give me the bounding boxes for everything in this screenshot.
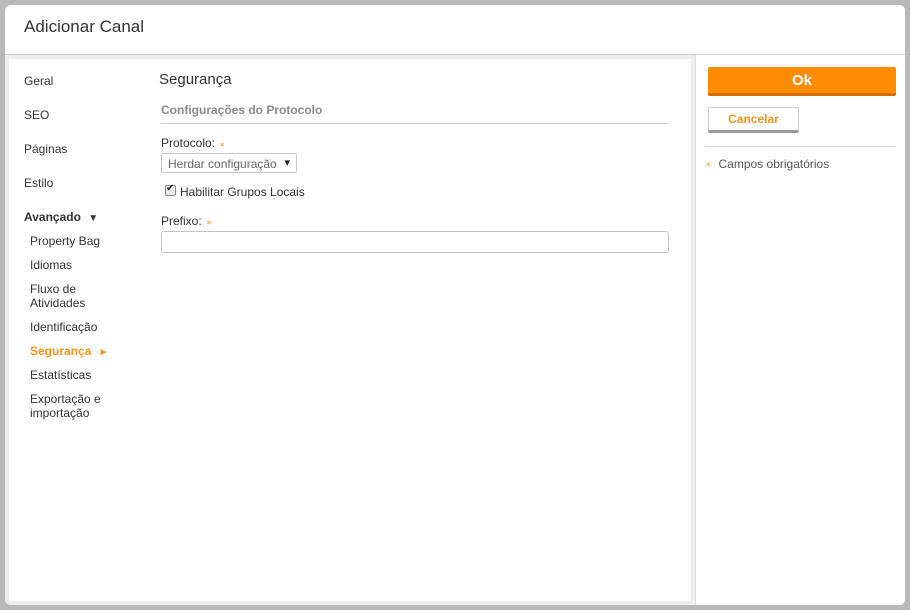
- protocol-select[interactable]: Herdar configuração ▾: [161, 153, 297, 173]
- required-icon: ⁎: [706, 158, 711, 168]
- nav-item-fluxo-atividades[interactable]: Fluxo de Atividades: [30, 282, 110, 310]
- form-panel: Geral SEO Páginas Estilo Avançado ▼ Prop…: [9, 59, 691, 601]
- required-fields-note: ⁎ Campos obrigatórios: [706, 157, 829, 171]
- section-title: Segurança: [159, 71, 232, 88]
- nav-item-seo[interactable]: SEO: [24, 108, 49, 122]
- prefix-label-text: Prefixo:: [161, 214, 202, 228]
- nav-item-label: Segurança: [30, 344, 92, 358]
- required-icon: ⁎: [220, 138, 225, 148]
- dialog-title: Adicionar Canal: [24, 17, 145, 36]
- protocol-label-text: Protocolo:: [161, 136, 216, 150]
- nav-item-geral[interactable]: Geral: [24, 74, 53, 88]
- chevron-down-icon: ▾: [284, 157, 290, 169]
- ok-button[interactable]: Ok: [708, 67, 896, 96]
- nav-item-seguranca[interactable]: Segurança ►: [30, 344, 140, 360]
- required-icon: ⁎: [206, 216, 212, 226]
- nav-item-estatisticas[interactable]: Estatísticas: [30, 368, 140, 382]
- nav-group-label: Avançado: [24, 210, 81, 224]
- enable-local-groups-checkbox[interactable]: [165, 183, 176, 196]
- nav-item-identificacao[interactable]: Identificação: [30, 320, 140, 334]
- nav-item-exportacao[interactable]: Exportação e importação: [30, 392, 110, 420]
- nav-item-property-bag[interactable]: Property Bag: [30, 234, 140, 248]
- arrow-right-icon: ►: [98, 347, 109, 358]
- protocol-label: Protocolo: ⁎: [161, 136, 225, 150]
- nav-item-estilo[interactable]: Estilo: [24, 176, 53, 190]
- nav-group-avancado[interactable]: Avançado ▼: [24, 210, 98, 224]
- cancel-button[interactable]: Cancelar: [708, 107, 799, 133]
- protocol-select-value: Herdar configuração: [168, 157, 277, 171]
- enable-local-groups-label[interactable]: Habilitar Grupos Locais: [180, 185, 305, 199]
- divider: [705, 146, 896, 147]
- prefix-input[interactable]: [161, 231, 669, 253]
- actions-panel: Ok Cancelar ⁎ Campos obrigatórios: [695, 55, 905, 605]
- required-note-text: Campos obrigatórios: [718, 157, 830, 171]
- chevron-down-icon: ▼: [88, 213, 99, 224]
- add-channel-dialog: Adicionar Canal Geral SEO Páginas Estilo…: [5, 5, 905, 605]
- nav-item-paginas[interactable]: Páginas: [24, 142, 67, 156]
- dialog-header: Adicionar Canal: [5, 5, 905, 55]
- prefix-label: Prefixo: ⁎: [161, 214, 211, 228]
- nav-item-idiomas[interactable]: Idiomas: [30, 258, 140, 272]
- dialog-body: Geral SEO Páginas Estilo Avançado ▼ Prop…: [5, 55, 905, 605]
- fieldset-legend: Configurações do Protocolo: [161, 103, 669, 124]
